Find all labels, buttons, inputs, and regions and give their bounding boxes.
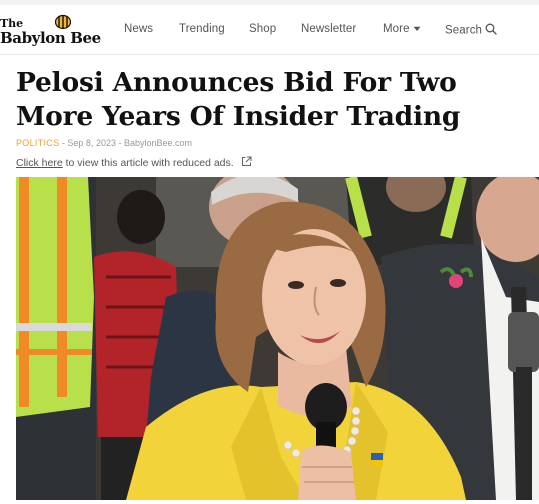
search-icon [485,23,497,38]
article-meta: POLITICS - Sep 8, 2023 - BabylonBee.com [16,138,192,148]
nav-more-label: More [383,23,410,36]
article-date: Sep 8, 2023 [67,138,116,148]
nav-newsletter[interactable]: Newsletter [301,23,356,35]
chevron-down-icon [413,23,421,35]
reduced-ads-notice: Click here to view this article with red… [16,156,252,170]
nav-trending[interactable]: Trending [179,23,225,35]
article-category[interactable]: POLITICS [16,138,59,148]
nav-more[interactable]: More [383,23,421,35]
nav-shop[interactable]: Shop [249,23,276,35]
site-header: The Babylon Bee News Trending Shop Newsl… [0,5,539,55]
site-logo[interactable]: The Babylon Bee [0,14,101,48]
reduced-ads-text: to view this article with reduced ads. [62,156,234,169]
nav-search[interactable]: Search [445,23,497,38]
logo-name-text: Babylon Bee [0,29,101,47]
nav-news[interactable]: News [124,23,153,35]
article-title: Pelosi Announces Bid For Two More Years … [16,67,461,132]
hero-image [16,177,539,500]
reduced-ads-link[interactable]: Click here [16,157,63,169]
bee-logo-icon [54,14,72,30]
article-site: BabylonBee.com [123,138,193,148]
external-link-icon[interactable] [241,156,252,170]
nav-search-label: Search [445,24,483,37]
meta-separator-2: - [115,138,124,148]
